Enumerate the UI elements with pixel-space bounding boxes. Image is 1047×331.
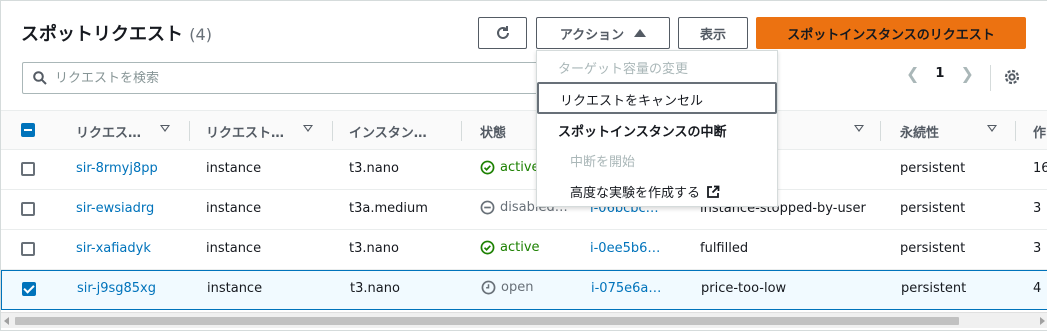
actions-dropdown-menu: ターゲット容量の変更 リクエストをキャンセル スポットインスタンスの中断 中断を…	[536, 50, 778, 207]
request-id-link[interactable]: sir-ewsiadrg	[76, 201, 154, 216]
menu-item-initiate-interruption: 中断を開始	[570, 155, 636, 170]
row-checkbox[interactable]	[22, 282, 36, 296]
refresh-icon	[496, 26, 509, 39]
column-separator[interactable]	[332, 121, 333, 141]
view-button[interactable]: 表示	[678, 17, 748, 49]
state-text: open	[501, 280, 534, 295]
table-header: リクエス… リクエスト… インスタン… 状態 永続性 作	[1, 110, 1047, 150]
spot-requests-panel: スポットリクエスト (4) アクション 表示 スポットインスタンスのリクエスト …	[0, 0, 1047, 331]
gear-icon	[1004, 69, 1020, 85]
create-experiment-label: 高度な実験を作成する	[570, 186, 701, 201]
column-separator[interactable]	[880, 121, 881, 141]
created-cell: 16	[1033, 161, 1047, 176]
persistence-cell: persistent	[900, 201, 966, 216]
request-type-cell: instance	[207, 281, 263, 296]
state-text: active	[500, 160, 540, 175]
row-checkbox[interactable]	[21, 162, 35, 176]
chevron-left-icon[interactable]: ❮	[906, 64, 919, 83]
check-circle-icon	[480, 160, 495, 175]
table-row[interactable]: sir-8rmyj8pp instance t3.nano active per…	[1, 150, 1047, 190]
table-row[interactable]: sir-xafiadyk instance t3.nano active i-0…	[1, 230, 1047, 270]
status-cell: price-too-low	[701, 281, 787, 296]
instance-id-link[interactable]: i-075e6a…	[591, 281, 661, 296]
divider	[990, 65, 991, 91]
view-label: 表示	[699, 27, 726, 43]
sort-icon[interactable]	[160, 125, 170, 132]
table-row-selected[interactable]: sir-j9sg85xg instance t3.nano open i-075…	[1, 270, 1047, 310]
column-header-persistence[interactable]: 永続性	[900, 122, 939, 141]
request-type-cell: instance	[206, 161, 262, 176]
request-id-link[interactable]: sir-j9sg85xg	[77, 281, 156, 296]
created-cell: 4	[1033, 281, 1042, 296]
menu-item-cancel-request[interactable]: リクエストをキャンセル	[537, 82, 777, 114]
instance-type-cell: t3a.medium	[349, 201, 428, 216]
instance-type-cell: t3.nano	[349, 241, 399, 256]
request-type-cell: instance	[206, 201, 262, 216]
column-header-request-type[interactable]: リクエスト…	[206, 122, 284, 141]
horizontal-scrollbar[interactable]	[1, 312, 1047, 328]
search-icon	[33, 71, 47, 85]
column-header-state[interactable]: 状態	[480, 122, 506, 141]
settings-button[interactable]	[1003, 68, 1021, 90]
pagination: ❮ 1 ❯	[906, 64, 974, 83]
state-text: active	[500, 240, 540, 255]
caret-up-icon	[634, 29, 647, 37]
chevron-right-icon[interactable]: ❯	[960, 64, 973, 83]
clock-icon	[481, 280, 496, 295]
state-cell: open	[481, 280, 533, 295]
persistence-cell: persistent	[900, 161, 966, 176]
state-cell: active	[480, 240, 540, 255]
menu-item-create-experiment[interactable]: 高度な実験を作成する	[570, 182, 775, 201]
instance-id-link[interactable]: i-0ee5b6…	[590, 241, 660, 256]
search-box[interactable]	[22, 62, 542, 94]
external-link-icon	[707, 185, 720, 198]
cancel-request-label: リクエストをキャンセル	[560, 94, 704, 109]
scroll-left-arrow-icon[interactable]	[4, 317, 9, 325]
column-separator[interactable]	[189, 121, 190, 141]
refresh-button[interactable]	[478, 17, 527, 49]
primary-label: スポットインスタンスのリクエスト	[787, 27, 995, 43]
request-id-link[interactable]: sir-xafiadyk	[76, 241, 151, 256]
actions-button[interactable]: アクション	[536, 17, 670, 49]
request-spot-instances-button[interactable]: スポットインスタンスのリクエスト	[756, 17, 1026, 49]
actions-label: アクション	[559, 27, 625, 43]
status-cell: fulfilled	[700, 241, 749, 256]
created-cell: 3	[1033, 201, 1042, 216]
persistence-cell: persistent	[900, 241, 966, 256]
page-title: スポットリクエスト (4)	[21, 20, 212, 46]
check-circle-icon	[480, 240, 495, 255]
request-count: (4)	[189, 25, 212, 44]
column-separator[interactable]	[1015, 121, 1016, 141]
menu-item-modify-target-capacity: ターゲット容量の変更	[558, 62, 689, 77]
persistence-cell: persistent	[901, 281, 967, 296]
request-id-link[interactable]: sir-8rmyj8pp	[76, 161, 158, 176]
sort-icon[interactable]	[987, 125, 997, 132]
sort-icon[interactable]	[303, 125, 313, 132]
request-type-cell: instance	[206, 241, 262, 256]
state-cell: active	[480, 160, 540, 175]
sort-icon[interactable]	[854, 125, 864, 132]
minus-circle-icon	[480, 200, 495, 215]
column-header-instance-type[interactable]: インスタン…	[349, 122, 427, 141]
scrollbar-thumb[interactable]	[15, 317, 959, 325]
column-separator[interactable]	[461, 121, 462, 141]
select-all-checkbox[interactable]	[21, 123, 35, 137]
search-input[interactable]	[55, 70, 515, 86]
table-row[interactable]: sir-ewsiadrg instance t3a.medium disable…	[1, 190, 1047, 230]
created-cell: 3	[1033, 241, 1042, 256]
instance-type-cell: t3.nano	[349, 161, 399, 176]
scroll-right-arrow-icon[interactable]	[1040, 317, 1045, 325]
title-text: スポットリクエスト	[21, 24, 183, 45]
column-header-request-id[interactable]: リクエス…	[76, 122, 141, 141]
column-header-created[interactable]: 作	[1033, 122, 1046, 141]
menu-group-spot-interruption: スポットインスタンスの中断	[558, 125, 727, 140]
row-checkbox[interactable]	[21, 202, 35, 216]
row-checkbox[interactable]	[21, 242, 35, 256]
instance-type-cell: t3.nano	[350, 281, 400, 296]
page-number[interactable]: 1	[935, 66, 944, 81]
